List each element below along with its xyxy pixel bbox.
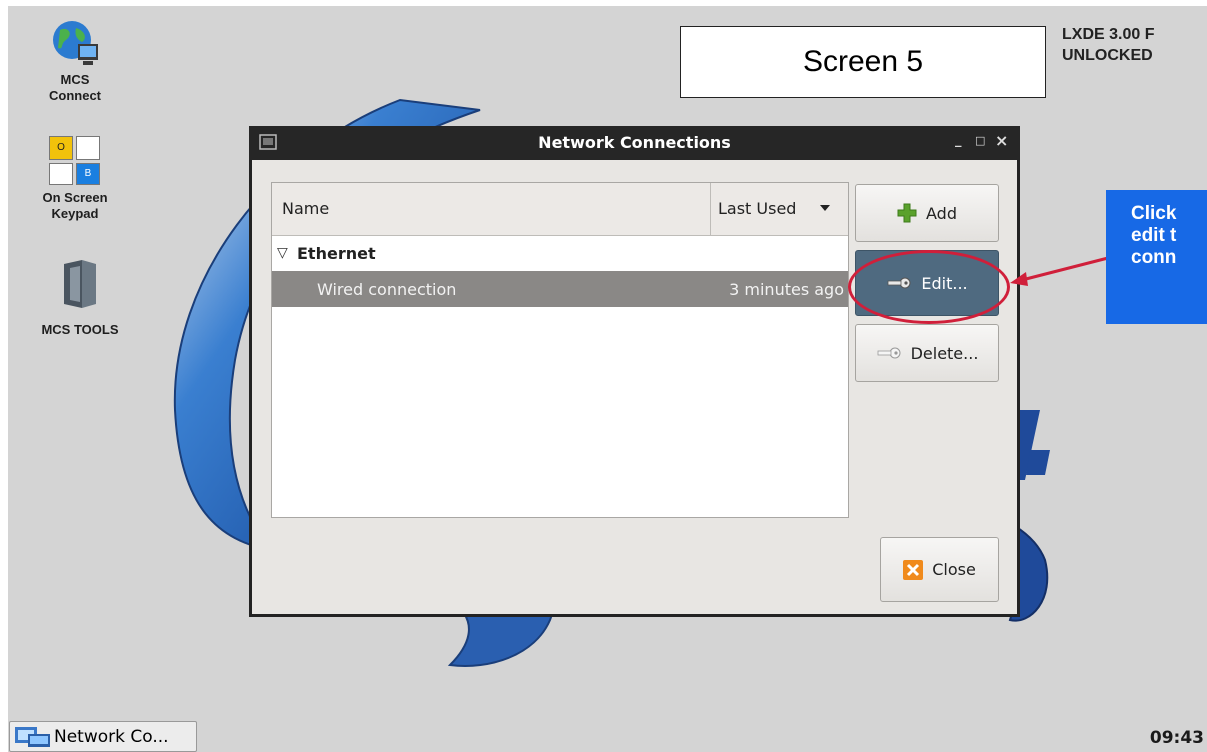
keypad-key-blank (49, 163, 73, 185)
minimize-button[interactable]: _ (955, 133, 962, 148)
network-app-icon (15, 726, 50, 747)
add-button[interactable]: Add (855, 184, 999, 242)
annotation-arrow (1010, 256, 1109, 286)
sort-down-icon[interactable] (820, 205, 830, 211)
desktop-icon-mcs-connect[interactable]: MCS Connect (40, 20, 110, 104)
screen-label: Screen 5 (680, 26, 1046, 98)
list-item-wired-connection[interactable]: Wired connection 3 minutes ago (272, 271, 848, 307)
keypad-key: O (49, 136, 73, 160)
keypad-icon: O B (49, 136, 101, 186)
add-button-label: Add (926, 203, 957, 223)
maximize-button[interactable]: □ (975, 134, 985, 147)
keypad-key-blank (76, 136, 100, 160)
column-header-name[interactable]: Name (282, 199, 329, 218)
clock: 09:43 (1149, 728, 1204, 748)
highlight-circle (848, 250, 1010, 324)
desktop-icon-mcs-tools[interactable]: MCS TOOLS (28, 258, 132, 338)
column-header-last-used[interactable]: Last Used (718, 199, 796, 218)
desktop-icon-on-screen-keypad[interactable]: O B On Screen Keypad (28, 136, 122, 222)
folder-icon (64, 260, 96, 308)
column-separator (710, 183, 711, 235)
desktop-icon-label: MCS TOOLS (41, 322, 119, 337)
system-version: LXDE 3.00 F (1062, 26, 1155, 43)
network-connections-window: Network Connections _ □ × Name Last Used… (249, 126, 1020, 617)
system-status: LXDE 3.00 F UNLOCKED (1062, 24, 1154, 66)
close-button-label: Close (932, 560, 976, 579)
desktop-frame-left (0, 0, 8, 752)
taskbar-item-network-connections[interactable]: Network Co... (9, 721, 197, 752)
delete-button-label: Delete... (910, 343, 979, 363)
group-row-ethernet[interactable]: ▽ Ethernet (272, 239, 848, 267)
callout-line: Click (1131, 203, 1177, 224)
connection-name: Wired connection (317, 280, 457, 299)
desktop-icon-label: Connect (49, 88, 101, 103)
close-window-button[interactable]: × (995, 131, 1008, 150)
expand-triangle-icon[interactable]: ▽ (277, 245, 288, 261)
delete-button[interactable]: Delete... (855, 324, 999, 382)
list-header: Name Last Used (272, 183, 848, 236)
desktop-icon-label: MCS (60, 72, 90, 87)
plus-icon (897, 203, 917, 223)
window-titlebar[interactable]: Network Connections _ □ × (249, 126, 1020, 160)
callout-line: conn (1131, 247, 1177, 268)
group-label: Ethernet (297, 244, 376, 263)
window-content: Name Last Used ▽ Ethernet Wired connecti… (252, 160, 1017, 614)
connection-last-used: 3 minutes ago (729, 280, 844, 299)
close-button[interactable]: Close (880, 537, 999, 602)
callout-line: edit t (1131, 225, 1177, 246)
connections-list[interactable]: Name Last Used ▽ Ethernet Wired connecti… (271, 182, 849, 518)
window-title: Network Connections (538, 133, 731, 152)
desktop-frame-top (0, 0, 1207, 6)
desktop-icon-label: Keypad (51, 206, 99, 221)
key-icon (877, 347, 901, 359)
taskbar-item-label: Network Co... (54, 726, 169, 747)
lock-status: UNLOCKED (1062, 47, 1153, 64)
keypad-key: B (76, 163, 100, 185)
globe-computer-icon (53, 21, 98, 65)
close-icon (903, 559, 924, 580)
desktop-icon-label: On Screen (42, 190, 108, 205)
instruction-callout: Click edit t conn (1106, 190, 1207, 324)
